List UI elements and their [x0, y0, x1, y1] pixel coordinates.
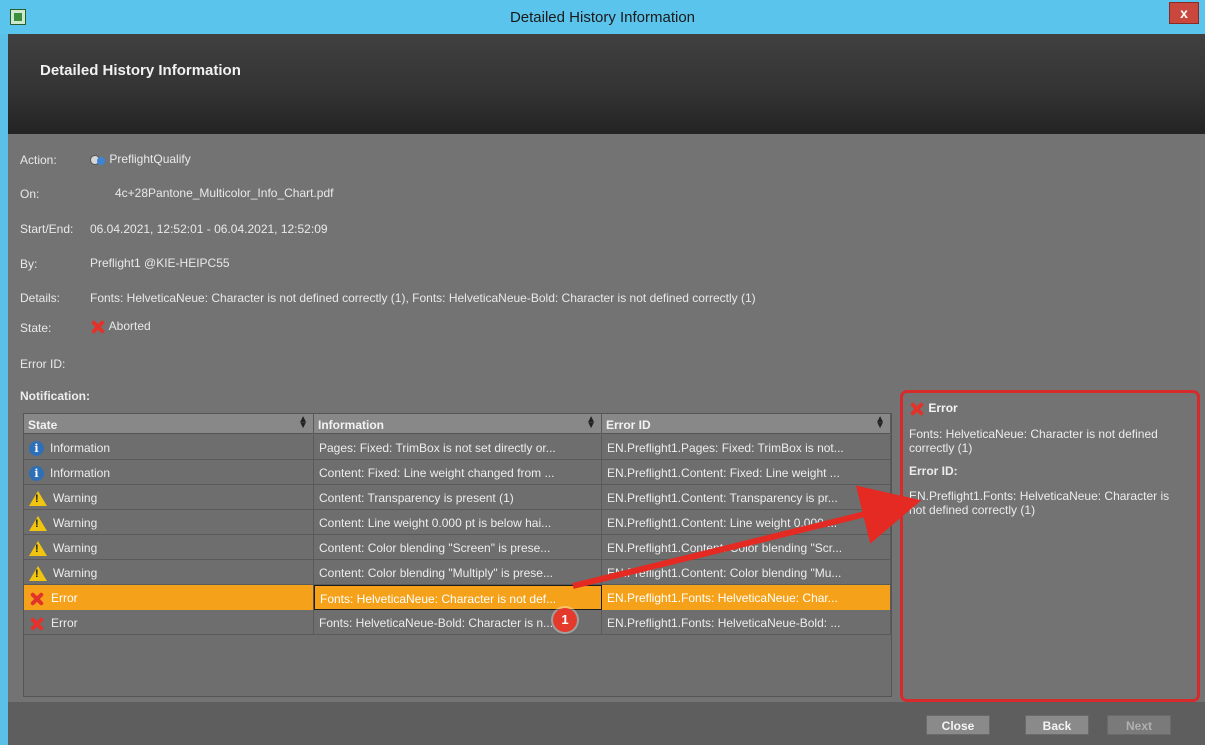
- warning-icon: [29, 516, 47, 532]
- annotation-badge: 1: [553, 608, 577, 632]
- state-cell: Warning: [24, 510, 314, 535]
- information-cell: Fonts: HelveticaNeue: Character is not d…: [314, 585, 602, 610]
- table-row[interactable]: i Information Content: Fixed: Line weight…: [24, 460, 891, 485]
- info-icon: i: [29, 441, 44, 457]
- error-id-cell: EN.Preflight1.Pages: Fixed: TrimBox is n…: [602, 435, 891, 460]
- table-row[interactable]: i Information Pages: Fixed: TrimBox is no…: [24, 435, 891, 460]
- table-row[interactable]: Warning Content: Line weight 0.000 pt is…: [24, 510, 891, 535]
- table-row[interactable]: Error Fonts: HelveticaNeue-Bold: Charact…: [24, 610, 891, 635]
- action-value: PreflightQualify: [90, 152, 191, 167]
- error-icon: [29, 616, 45, 632]
- state-cell: Error: [24, 610, 314, 635]
- sort-icon: ▲ ▼: [875, 414, 885, 431]
- error-icon: [909, 401, 925, 417]
- warning-icon: [29, 566, 47, 582]
- state-cell: i Information: [24, 460, 314, 485]
- detail-errorid-value: EN.Preflight1.Fonts: HelveticaNeue: Char…: [909, 489, 1170, 517]
- state-cell: Error: [24, 585, 314, 610]
- dialog-window: Detailed History Information Action: Pre…: [8, 34, 1205, 745]
- information-cell: Content: Color blending "Multiply" is pr…: [314, 560, 602, 585]
- detail-errorid-label: Error ID:: [909, 464, 958, 478]
- state-text: Warning: [53, 566, 98, 580]
- next-button[interactable]: Next: [1107, 715, 1171, 735]
- detail-message: Fonts: HelveticaNeue: Character is not d…: [909, 427, 1158, 455]
- state-cell: i Information: [24, 435, 314, 460]
- back-button[interactable]: Back: [1025, 715, 1089, 735]
- close-window-button[interactable]: x: [1169, 2, 1199, 24]
- error-id-cell: EN.Preflight1.Content: Transparency is p…: [602, 485, 891, 510]
- warning-icon: [29, 491, 47, 507]
- by-label: By:: [20, 257, 38, 271]
- table-row[interactable]: Warning Content: Color blending "Multipl…: [24, 560, 891, 585]
- column-header-information[interactable]: Information ▲ ▼: [314, 414, 602, 434]
- table-row-selected[interactable]: Error Fonts: HelveticaNeue: Character is…: [24, 585, 891, 610]
- sort-icon: ▲ ▼: [298, 414, 308, 431]
- info-icon: i: [29, 466, 44, 482]
- state-text: Information: [50, 466, 111, 480]
- sort-icon: ▲ ▼: [586, 414, 596, 431]
- close-button[interactable]: Close: [926, 715, 990, 735]
- state-cell: Warning: [24, 535, 314, 560]
- dialog-header: Detailed History Information: [8, 34, 1205, 134]
- column-label: Information: [318, 418, 384, 432]
- detail-panel: Error Fonts: HelveticaNeue: Character is…: [900, 390, 1200, 702]
- state-text: Warning: [53, 491, 98, 505]
- table-row[interactable]: Warning Content: Color blending "Screen"…: [24, 535, 891, 560]
- state-text: Warning: [53, 541, 98, 555]
- startend-value: 06.04.2021, 12:52:01 - 06.04.2021, 12:52…: [90, 222, 328, 236]
- notification-label: Notification:: [20, 389, 90, 403]
- column-header-state[interactable]: State ▲ ▼: [24, 414, 314, 434]
- details-label: Details:: [20, 291, 61, 305]
- detail-title-text: Error: [928, 401, 958, 416]
- state-text: Error: [51, 591, 78, 606]
- details-value: Fonts: HelveticaNeue: Character is not d…: [90, 291, 756, 305]
- table-row[interactable]: Warning Content: Transparency is present…: [24, 485, 891, 510]
- window-title: Detailed History Information: [509, 9, 696, 26]
- error-icon: [90, 319, 106, 335]
- state-text: Aborted: [108, 319, 151, 334]
- by-value: Preflight1 @KIE-HEIPC55: [90, 256, 230, 270]
- column-label: Error ID: [606, 418, 651, 432]
- window-titlebar: Detailed History Information x: [0, 0, 1205, 34]
- state-value: Aborted: [90, 319, 151, 335]
- information-cell: Content: Transparency is present (1): [314, 485, 602, 510]
- state-cell: Warning: [24, 485, 314, 510]
- error-id-cell: EN.Preflight1.Fonts: HelveticaNeue: Char…: [602, 585, 891, 610]
- table-header: State ▲ ▼ Information ▲ ▼ Error ID ▲ ▼: [24, 414, 891, 434]
- startend-label: Start/End:: [20, 222, 74, 236]
- on-value: 4c+28Pantone_Multicolor_Info_Chart.pdf: [115, 186, 334, 200]
- action-text: PreflightQualify: [109, 152, 191, 166]
- state-label: State:: [20, 321, 52, 335]
- state-text: Error: [51, 616, 78, 631]
- error-id-cell: EN.Preflight1.Content: Line weight 0.000…: [602, 510, 891, 535]
- column-label: State: [28, 418, 58, 432]
- action-label: Action:: [20, 153, 57, 167]
- column-header-error-id[interactable]: Error ID ▲ ▼: [602, 414, 891, 434]
- state-cell: Warning: [24, 560, 314, 585]
- detail-title: Error: [909, 401, 958, 417]
- on-label: On:: [20, 187, 40, 201]
- error-id-cell: EN.Preflight1.Fonts: HelveticaNeue-Bold:…: [602, 610, 891, 635]
- state-text: Warning: [53, 516, 98, 530]
- error-id-cell: EN.Preflight1.Content: Color blending "S…: [602, 535, 891, 560]
- warning-icon: [29, 541, 47, 557]
- error-id-cell: EN.Preflight1.Content: Fixed: Line weigh…: [602, 460, 891, 485]
- information-cell: Content: Line weight 0.000 pt is below h…: [314, 510, 602, 535]
- header-title: Detailed History Information: [40, 62, 241, 79]
- errorid-label: Error ID:: [20, 357, 66, 371]
- error-icon: [29, 591, 45, 607]
- error-id-cell: EN.Preflight1.Content: Color blending "M…: [602, 560, 891, 585]
- information-cell: Pages: Fixed: TrimBox is not set directl…: [314, 435, 602, 460]
- preflight-qualify-icon: [90, 153, 106, 167]
- information-cell: Content: Fixed: Line weight changed from…: [314, 460, 602, 485]
- state-text: Information: [50, 441, 111, 455]
- notification-table: State ▲ ▼ Information ▲ ▼ Error ID ▲ ▼ i Inf…: [23, 413, 892, 697]
- information-cell: Content: Color blending "Screen" is pres…: [314, 535, 602, 560]
